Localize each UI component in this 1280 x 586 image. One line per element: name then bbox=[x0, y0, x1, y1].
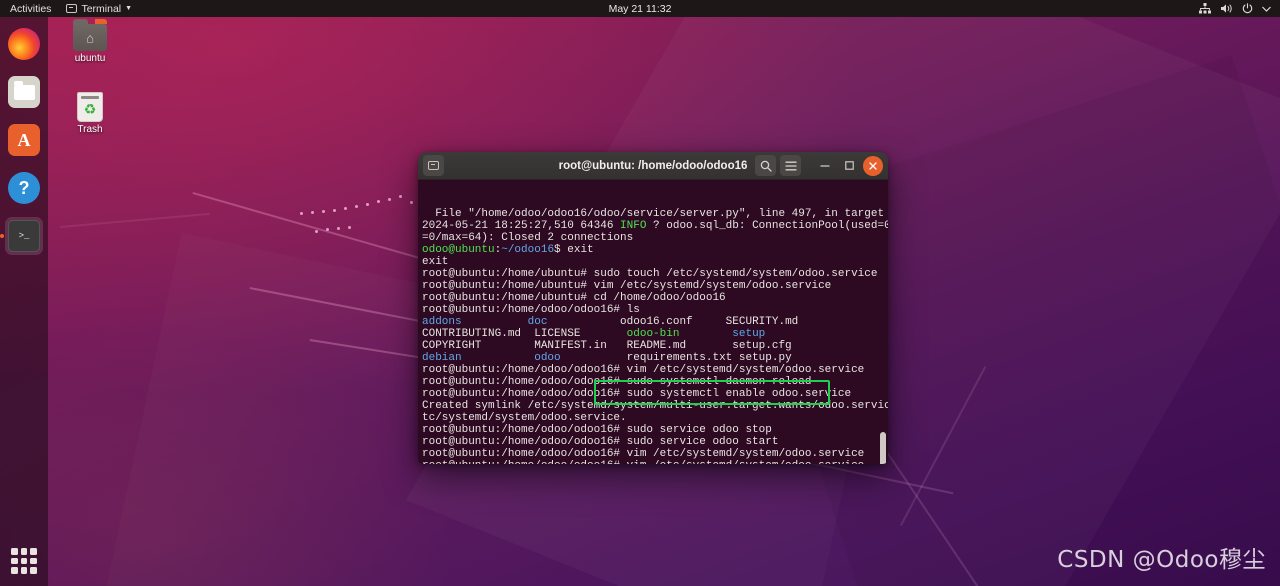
app-menu-terminal[interactable]: Terminal ▼ bbox=[60, 3, 138, 15]
minimize-button[interactable] bbox=[815, 156, 835, 176]
terminal-line: root@ubuntu:/home/odoo/odoo16# vim /etc/… bbox=[422, 460, 888, 464]
maximize-button[interactable] bbox=[839, 156, 859, 176]
terminal-titlebar[interactable]: root@ubuntu: /home/odoo/odoo16 bbox=[418, 152, 888, 180]
terminal-line: exit bbox=[422, 256, 449, 268]
ubuntu-software-icon: A bbox=[8, 124, 40, 156]
dock-item-files[interactable] bbox=[5, 73, 43, 111]
terminal-scrollbar[interactable] bbox=[880, 432, 886, 464]
terminal-window[interactable]: root@ubuntu: /home/odoo/odoo16 File "/ho… bbox=[418, 152, 888, 464]
activities-button[interactable]: Activities bbox=[0, 3, 60, 15]
terminal-line: root@ubuntu:/home/ubuntu# cd /home/odoo/… bbox=[422, 292, 726, 304]
terminal-line: root@ubuntu:/home/odoo/odoo16# sudo serv… bbox=[422, 436, 779, 448]
files-icon bbox=[8, 76, 40, 108]
terminal-line: root@ubuntu:/home/odoo/odoo16# sudo serv… bbox=[422, 424, 772, 436]
terminal-line: addons doc odoo16.conf SECURITY.md bbox=[422, 316, 799, 328]
terminal-line: root@ubuntu:/home/odoo/odoo16# sudo syst… bbox=[422, 388, 852, 400]
power-icon[interactable] bbox=[1242, 3, 1253, 14]
terminal-line: root@ubuntu:/home/odoo/odoo16# vim /etc/… bbox=[422, 448, 865, 460]
hamburger-menu-icon[interactable] bbox=[780, 155, 801, 176]
terminal-line: =0/max=64): Closed 2 connections bbox=[422, 232, 634, 244]
terminal-line: Created symlink /etc/systemd/system/mult… bbox=[422, 400, 888, 412]
watermark: CSDN @Odoo穆尘 bbox=[1057, 547, 1266, 573]
app-menu-label: Terminal bbox=[81, 2, 122, 15]
terminal-body[interactable]: File "/home/odoo/odoo16/odoo/service/ser… bbox=[418, 180, 888, 464]
dock-item-help[interactable]: ? bbox=[5, 169, 43, 207]
clock[interactable]: May 21 11:32 bbox=[609, 3, 672, 15]
terminal-line: root@ubuntu:/home/odoo/odoo16# vim /etc/… bbox=[422, 364, 865, 376]
desktop-icon-label: ubuntu bbox=[74, 53, 106, 64]
chevron-down-icon: ▼ bbox=[125, 5, 133, 12]
help-icon: ? bbox=[8, 172, 40, 204]
terminal-line: File "/home/odoo/odoo16/odoo/service/ser… bbox=[422, 208, 885, 220]
dock-item-terminal[interactable]: >_ bbox=[5, 217, 43, 255]
terminal-icon bbox=[66, 4, 78, 13]
terminal-line: tc/systemd/system/odoo.service. bbox=[422, 412, 627, 424]
firefox-icon bbox=[8, 28, 40, 60]
trash-icon: ♻ bbox=[77, 92, 103, 122]
network-icon[interactable] bbox=[1199, 3, 1211, 14]
terminal-line: root@ubuntu:/home/ubuntu# sudo touch /et… bbox=[422, 268, 878, 280]
terminal-line: 2024-05-21 18:25:27,510 64346 INFO ? odo… bbox=[422, 220, 888, 232]
terminal-line: root@ubuntu:/home/odoo/odoo16# ls bbox=[422, 304, 640, 316]
home-folder-icon: ⌂ bbox=[73, 19, 107, 51]
desktop-icon-home[interactable]: ⌂ ubuntu bbox=[54, 19, 126, 64]
dock-item-ubuntu-software[interactable]: A bbox=[5, 121, 43, 159]
top-bar: Activities Terminal ▼ May 21 11:32 bbox=[0, 0, 1280, 17]
search-icon[interactable] bbox=[755, 155, 776, 176]
terminal-line: root@ubuntu:/home/ubuntu# vim /etc/syste… bbox=[422, 280, 832, 292]
terminal-output: File "/home/odoo/odoo16/odoo/service/ser… bbox=[420, 208, 888, 464]
dock-item-firefox[interactable] bbox=[5, 25, 43, 63]
terminal-line: root@ubuntu:/home/odoo/odoo16# sudo syst… bbox=[422, 376, 812, 388]
close-button[interactable] bbox=[863, 155, 883, 176]
desktop-icon-label: Trash bbox=[77, 124, 103, 135]
terminal-line: debian odoo requirements.txt setup.py bbox=[422, 352, 792, 364]
wallpaper-line bbox=[60, 212, 210, 228]
show-applications-button[interactable] bbox=[11, 548, 37, 574]
terminal-icon bbox=[423, 155, 444, 176]
system-tray[interactable] bbox=[1199, 3, 1280, 14]
volume-icon[interactable] bbox=[1220, 3, 1233, 14]
terminal-line: odoo@ubuntu:~/odoo16$ exit bbox=[422, 244, 594, 256]
chevron-down-icon[interactable] bbox=[1262, 6, 1271, 12]
terminal-line: CONTRIBUTING.md LICENSE odoo-bin setup bbox=[422, 328, 766, 340]
terminal-icon: >_ bbox=[8, 220, 40, 252]
desktop-icon-trash[interactable]: ♻ Trash bbox=[54, 92, 126, 135]
wallpaper-glow bbox=[0, 330, 460, 586]
dock: A ? >_ bbox=[0, 17, 48, 586]
terminal-line: COPYRIGHT MANIFEST.in README.md setup.cf… bbox=[422, 340, 792, 352]
